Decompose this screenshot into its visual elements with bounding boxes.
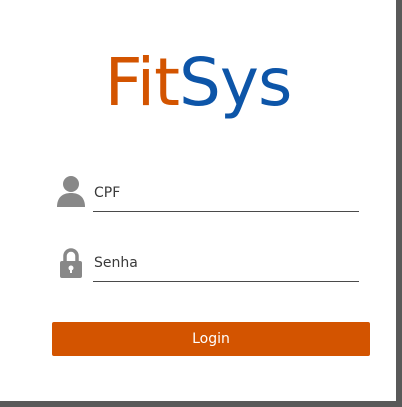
login-panel: FitSys CPF Senha Login xyxy=(0,0,396,401)
senha-input[interactable]: Senha xyxy=(93,245,359,282)
cpf-input[interactable]: CPF xyxy=(93,175,359,212)
login-button[interactable]: Login xyxy=(52,322,370,356)
app-logo: FitSys xyxy=(0,38,396,128)
cpf-placeholder: CPF xyxy=(94,185,121,201)
logo-fit: Fit xyxy=(104,44,180,121)
senha-placeholder: Senha xyxy=(94,255,138,271)
senha-field: Senha xyxy=(56,245,359,282)
lock-icon xyxy=(56,245,86,279)
cpf-field: CPF xyxy=(56,175,359,212)
user-icon xyxy=(56,175,86,209)
logo-sys: Sys xyxy=(179,44,292,121)
